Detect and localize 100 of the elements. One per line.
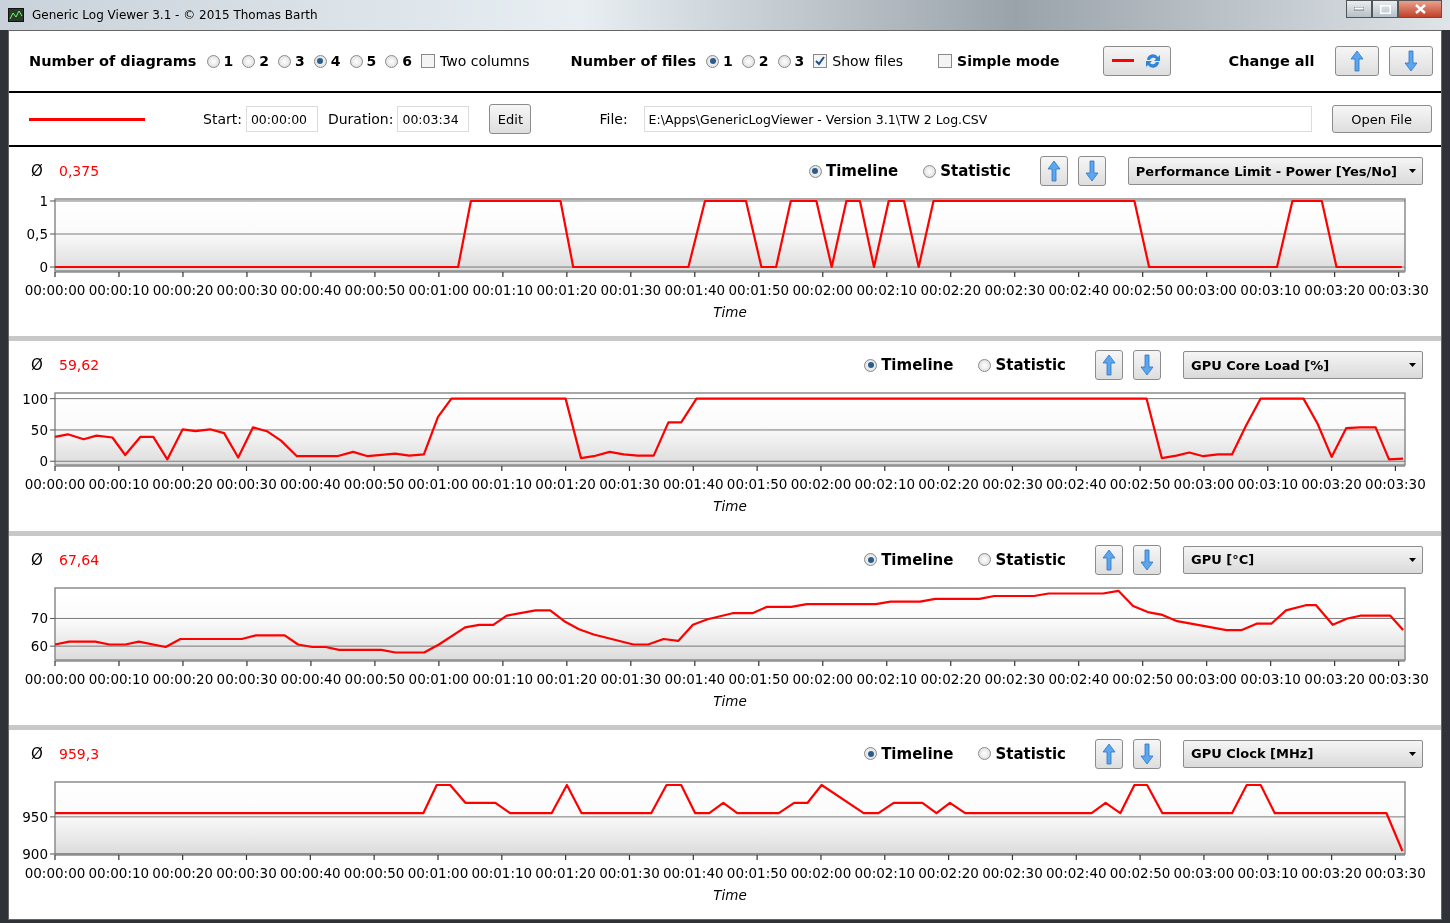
radio-label[interactable]: 2 [259,53,269,69]
move-down-button[interactable] [1133,544,1161,575]
radio-label[interactable]: 2 [758,53,769,69]
radio-label[interactable]: 3 [794,53,805,69]
close-button[interactable] [1398,0,1442,18]
line-style-button[interactable] [1102,46,1171,76]
radio-label[interactable]: 5 [366,53,377,69]
open-file-button[interactable]: Open File [1331,105,1432,133]
move-down-button[interactable] [1133,350,1161,381]
radio-button[interactable] [923,164,937,178]
radio-label[interactable]: Timeline [881,744,954,763]
x-axis-label: 00:01:20 [535,864,596,881]
checkbox[interactable] [421,54,435,68]
x-axis-label: 00:01:10 [471,864,533,881]
x-axis-label: 00:02:00 [790,476,852,493]
average-symbol: Ø [31,550,44,569]
axis-title: Time [713,304,747,320]
radio-button[interactable] [864,358,878,372]
radio-label[interactable]: 1 [723,53,733,69]
average-symbol: Ø [31,356,44,375]
radio-label[interactable]: 4 [330,53,341,69]
x-axis-label: 00:02:00 [792,282,854,298]
field-label: Number of files [570,53,696,69]
radio-button[interactable] [978,553,992,566]
radio-button[interactable] [741,54,755,68]
checkbox-label[interactable]: Show files [832,53,904,69]
radio-label[interactable]: Statistic [940,162,1011,180]
y-tick-mark [49,429,56,431]
x-axis-label: 00:03:20 [1304,670,1365,687]
x-axis-label: 00:01:20 [535,476,596,493]
y-axis-label: 100 [22,390,48,407]
move-down-button[interactable] [1133,738,1161,769]
radio-label[interactable]: Statistic [995,744,1066,763]
move-up-button[interactable] [1334,46,1379,76]
maximize-button[interactable] [1372,0,1398,18]
radio-button[interactable] [978,358,992,372]
x-axis-label: 00:00:40 [280,476,341,493]
arrow-down-icon [1084,160,1099,182]
radio-button[interactable] [777,54,791,68]
close-icon [1414,4,1426,14]
radio-button[interactable] [278,54,291,68]
radio-button[interactable] [864,553,878,566]
x-axis-label: 00:01:30 [600,670,662,687]
x-axis-label: 00:00:20 [152,670,214,687]
move-down-button[interactable] [1388,46,1433,76]
y-tick-mark [49,461,56,462]
radio-label[interactable]: Statistic [995,550,1066,569]
x-axis-label: 00:03:20 [1301,864,1362,881]
average-value: 0,375 [59,163,101,179]
minimize-button[interactable] [1346,0,1372,18]
channel-dropdown[interactable]: GPU Clock [MHz] [1183,739,1423,768]
radio-button[interactable] [206,54,220,68]
radio-label[interactable]: Timeline [881,550,954,569]
x-axis-label: 00:02:30 [982,476,1043,493]
radio-button[interactable] [242,54,256,68]
radio-button[interactable] [808,164,822,178]
y-axis-label: 0,5 [26,226,48,242]
file-path-field[interactable]: E:\Apps\GenericLogViewer - Version 3.1\TW 2 Log.CSV [643,106,1312,132]
radio-label[interactable]: Timeline [825,162,899,180]
x-axis-label: 00:02:50 [1112,670,1173,687]
x-axis-label: 00:02:40 [1048,670,1109,687]
channel-dropdown[interactable]: GPU [°C] [1183,545,1423,574]
refresh-icon [1143,52,1162,70]
y-axis-label: 0 [39,259,48,276]
x-axis-label: 00:00:40 [280,670,342,687]
radio-label[interactable]: 1 [223,53,234,69]
x-axis-label: 00:02:00 [790,864,852,881]
radio-button[interactable] [349,54,363,68]
move-up-button[interactable] [1095,544,1123,575]
channel-dropdown[interactable]: GPU Core Load [%] [1183,351,1423,380]
radio-button[interactable] [864,747,878,761]
x-axis-label: 00:01:10 [471,476,533,493]
x-axis-label: 00:00:00 [24,476,86,493]
x-axis-label: 00:01:50 [726,476,788,493]
x-axis-label: 00:03:30 [1365,864,1426,881]
radio-button[interactable] [385,54,399,68]
radio-button[interactable] [313,54,327,68]
edit-button[interactable]: Edit [489,104,532,134]
radio-label[interactable]: Statistic [995,356,1066,375]
axis-title: Time [713,886,747,903]
axis-title: Time [713,498,747,515]
move-up-button[interactable] [1095,738,1123,769]
radio-button[interactable] [978,747,992,761]
radio-label[interactable]: 6 [402,53,412,69]
y-tick-mark [49,233,56,235]
move-up-button[interactable] [1039,156,1068,186]
checkbox[interactable] [938,54,953,68]
checkbox-label[interactable]: Simple mode [957,53,1060,69]
radio-label[interactable]: Timeline [881,356,954,375]
channel-dropdown[interactable]: Performance Limit - Power [Yes/No] [1127,157,1423,185]
checkbox[interactable] [813,54,828,68]
radio-label[interactable]: 3 [295,53,305,69]
start-field[interactable]: 00:00:00 [245,106,318,132]
x-axis-label: 00:01:00 [407,864,469,881]
duration-field[interactable]: 00:03:34 [397,106,470,132]
move-up-button[interactable] [1095,350,1123,381]
move-down-button[interactable] [1077,156,1106,186]
radio-button[interactable] [706,54,719,68]
x-axis-label: 00:03:20 [1301,476,1362,493]
checkbox-label[interactable]: Two columns [440,53,530,69]
